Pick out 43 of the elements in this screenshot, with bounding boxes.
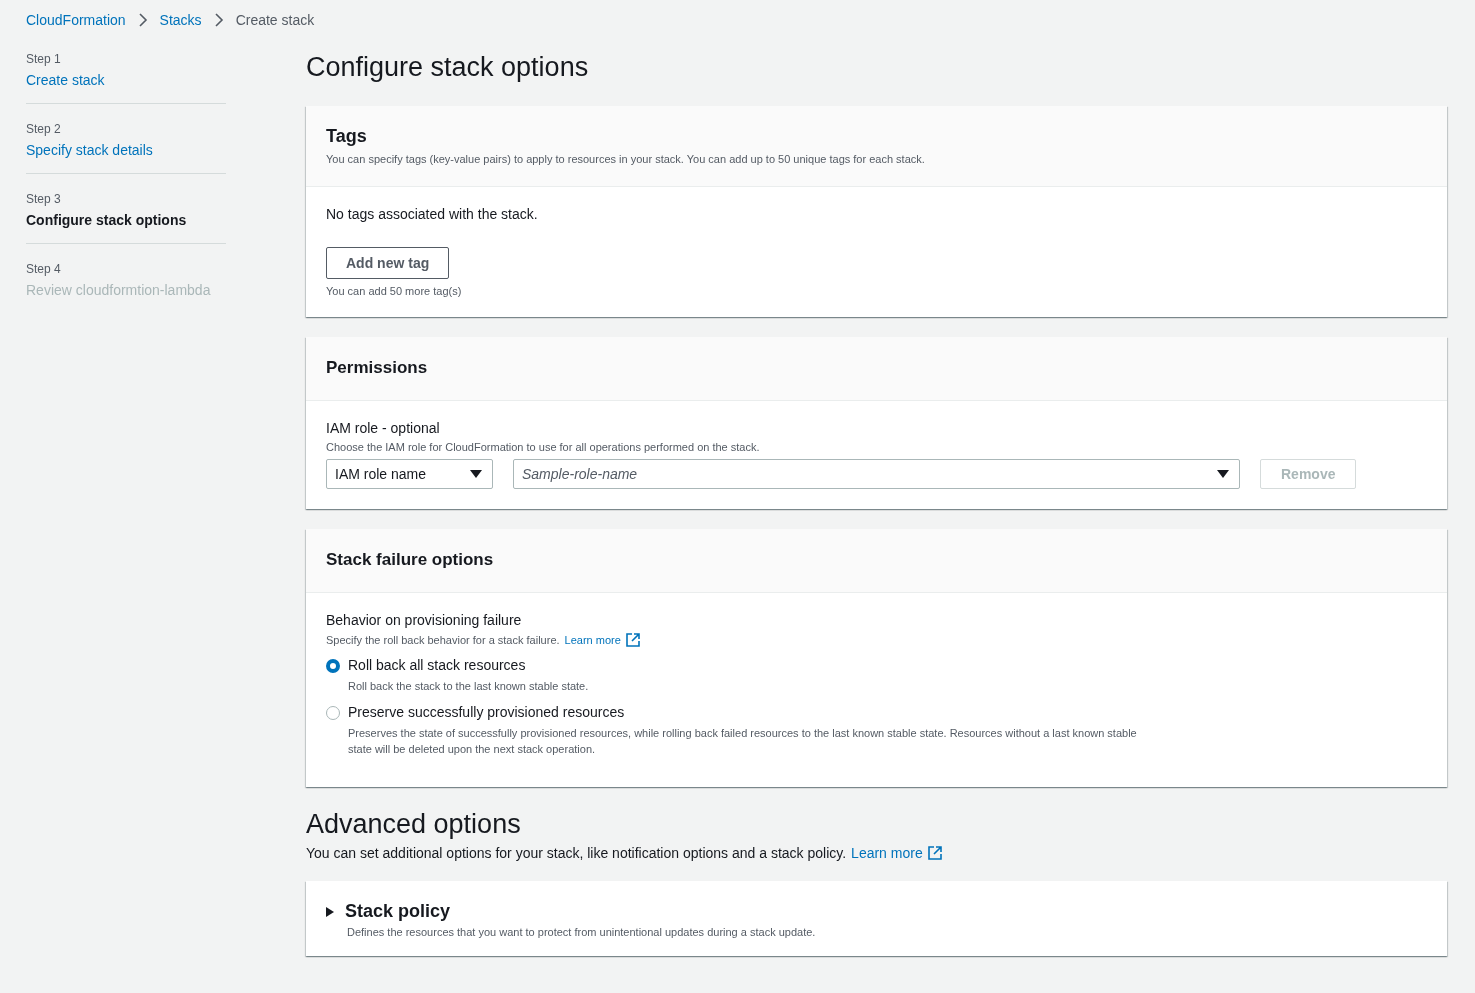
empty-text: No tags associated with the stack. xyxy=(326,206,538,222)
field-label: IAM role - optional xyxy=(326,420,440,436)
breadcrumb-link[interactable]: Stacks xyxy=(159,12,202,28)
step-link: Review cloudformtion-lambda xyxy=(26,282,212,298)
step-number: Step 1 xyxy=(26,52,62,66)
add-tag-button[interactable]: Add new tag xyxy=(326,247,450,279)
section-description: You can set additional options for your stack, like notification options and a stack policy. xyxy=(306,845,847,861)
hint-text: You can add 50 more tag(s) xyxy=(326,285,462,297)
chevron-right-icon xyxy=(213,13,224,27)
dropdown-icon xyxy=(470,470,482,478)
step-link[interactable]: Create stack xyxy=(26,72,226,88)
learn-more-link[interactable]: Learn more xyxy=(564,634,621,646)
field-label: Behavior on provisioning failure xyxy=(326,612,522,628)
panel-title: Stack failure options xyxy=(326,550,495,570)
section-title: Advanced options xyxy=(306,808,522,841)
breadcrumb-link[interactable]: CloudFormation xyxy=(26,12,126,28)
panel-description: You can specify tags (key-value pairs) to apply to resources in your stack. You can add up to 50 unique tags for each stack. xyxy=(326,153,926,165)
dropdown-icon xyxy=(1217,470,1229,478)
learn-more-link[interactable]: Learn more xyxy=(851,845,923,861)
panel-title[interactable]: Stack policy xyxy=(345,901,451,922)
panel-title: Permissions xyxy=(326,358,429,378)
option-label: Roll back all stack resources xyxy=(348,657,527,673)
external-link-icon xyxy=(927,846,942,860)
step-number: Step 3 xyxy=(26,192,62,206)
panel-description: Defines the resources that you want to protect from unintentional updates during a stack update. xyxy=(347,926,817,938)
field-description: Specify the roll back behavior for a stack failure. xyxy=(326,634,560,646)
role-type-select[interactable]: IAM role name xyxy=(326,459,493,489)
option-description: Roll back the stack to the last known stable state. xyxy=(348,679,589,694)
step-link[interactable]: Configure stack options xyxy=(26,212,226,228)
panel-title: Tags xyxy=(326,126,368,147)
page-title: Configure stack options xyxy=(306,51,590,84)
chevron-right-icon xyxy=(137,13,148,27)
step-number: Step 4 xyxy=(26,262,62,276)
caret-icon[interactable] xyxy=(326,906,334,917)
step-number: Step 2 xyxy=(26,122,62,136)
field-description: Choose the IAM role for CloudFormation to use for all operations performed on the stack. xyxy=(326,441,760,453)
breadcrumb-current: Create stack xyxy=(235,12,315,28)
radio-button[interactable] xyxy=(326,659,340,673)
option-label: Preserve successfully provisioned resources xyxy=(348,704,626,720)
option-description: Preserves the state of successfully provisioned resources, while rolling back failed resources to the last known stable state. Resources without a last known stable state will be deleted upon the next stack operation. xyxy=(348,726,1138,757)
role-name-select[interactable]: Sample-role-name xyxy=(513,459,1240,489)
external-link-icon xyxy=(625,633,640,647)
step-link[interactable]: Specify stack details xyxy=(26,142,226,158)
